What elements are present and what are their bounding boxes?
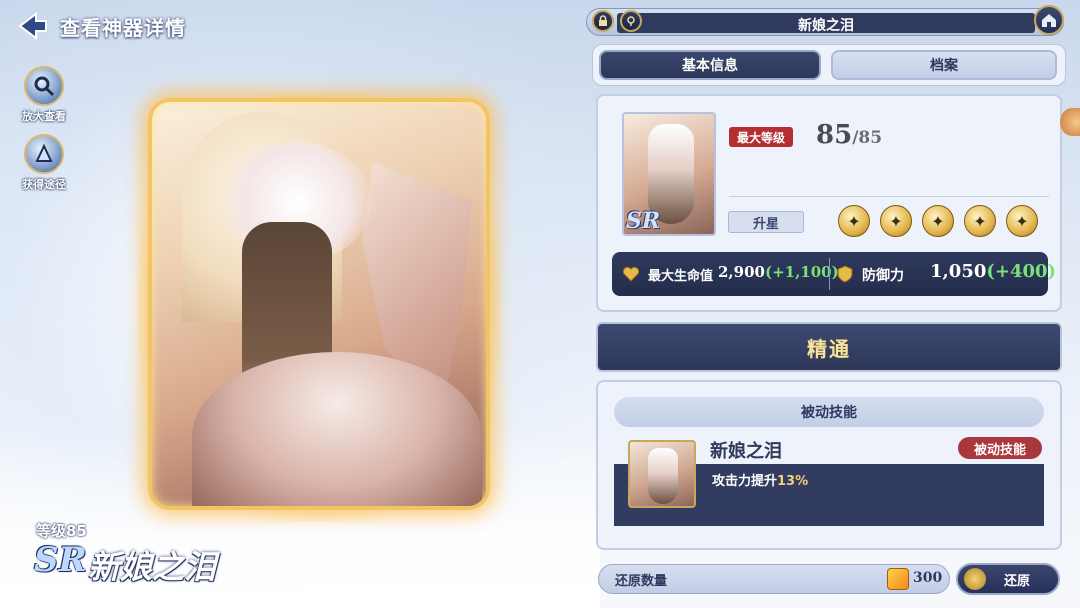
stats-bar: 最大生命值 2,900(+1,100) 防御力 1,050(+400) — [612, 252, 1056, 296]
restore-item-icon — [887, 568, 909, 590]
star-up-button[interactable]: 升星 — [728, 211, 804, 233]
mastery-button[interactable]: 精通 — [596, 322, 1062, 372]
hp-label: 最大生命值 — [648, 269, 714, 284]
tab-archive[interactable]: 档案 — [831, 50, 1057, 80]
level-current: 85 — [816, 120, 853, 150]
level-readout: 85/85 — [816, 120, 882, 150]
tab-bar: 基本信息 档案 — [592, 44, 1066, 86]
def-value-group: 1,050(+400) — [930, 261, 1056, 282]
restore-button-icon — [964, 568, 986, 590]
def-value: 1,050 — [930, 261, 987, 282]
artifact-name: 新娘之泪 — [88, 548, 217, 586]
def-bonus: (+400) — [986, 261, 1057, 282]
star-icon: ✦ — [1006, 205, 1038, 237]
skill-name: 新娘之泪 — [710, 441, 782, 462]
mastery-label: 精通 — [807, 336, 851, 361]
mascot-peek — [1060, 108, 1080, 136]
skill-section-title: 被动技能 — [614, 397, 1044, 427]
max-level-badge: 最大等级 — [729, 127, 794, 147]
passive-skill-badge: 被动技能 — [958, 437, 1042, 459]
skill-thumbnail-figure — [648, 448, 678, 504]
page-title: 查看神器详情 — [60, 16, 186, 40]
restore-count-bar: 还原数量 300 — [598, 564, 950, 594]
rarity-badge: SR — [34, 540, 87, 580]
star-icon: ✦ — [922, 205, 954, 237]
back-arrow-icon[interactable] — [14, 8, 50, 44]
magnifier-icon — [24, 66, 64, 106]
heart-icon — [622, 265, 640, 283]
obtain-source-label: 获得途径 — [22, 178, 66, 191]
artifact-level: 等级85 — [36, 522, 87, 540]
zoom-view-button[interactable]: 放大查看 — [16, 66, 72, 124]
restore-label: 还原数量 — [615, 574, 668, 589]
skill-desc-value: 13% — [777, 474, 809, 489]
skill-thumbnail — [628, 440, 696, 508]
home-icon[interactable] — [1034, 5, 1064, 35]
zoom-view-label: 放大查看 — [22, 110, 66, 123]
obtain-source-button[interactable]: 获得途径 — [16, 134, 72, 192]
panel-title-bar: 新娘之泪 — [586, 8, 1064, 36]
restore-button[interactable]: 还原 — [956, 563, 1060, 595]
star-rating: ✦ ✦ ✦ ✦ ✦ — [838, 205, 1038, 237]
panel-title-inner: 新娘之泪 — [617, 13, 1035, 34]
def-label: 防御力 — [862, 268, 904, 284]
tab-basic-info[interactable]: 基本信息 — [599, 50, 821, 80]
thumbnail-rarity: SR — [626, 208, 661, 234]
restore-button-label: 还原 — [1003, 573, 1030, 589]
hp-bonus: (+1,100) — [764, 263, 839, 281]
artifact-card-art[interactable] — [148, 98, 490, 510]
hp-value-group: 2,900(+1,100) — [718, 263, 839, 281]
star-icon: ✦ — [880, 205, 912, 237]
wedding-dress — [192, 352, 482, 506]
panel-title: 新娘之泪 — [798, 18, 854, 34]
stats-separator — [829, 258, 830, 290]
skill-desc-prefix: 攻击力提升 — [712, 474, 778, 489]
lock-icon[interactable] — [592, 10, 614, 32]
star-icon: ✦ — [964, 205, 996, 237]
shield-icon — [836, 265, 854, 283]
artifact-thumbnail: SR — [622, 112, 716, 236]
level-max: /85 — [852, 128, 883, 148]
location-icon[interactable] — [620, 10, 642, 32]
star-icon: ✦ — [838, 205, 870, 237]
skill-description: 攻击力提升13% — [712, 470, 808, 489]
hp-value: 2,900 — [718, 263, 765, 281]
restore-count: 300 — [913, 570, 943, 586]
info-divider — [729, 196, 1049, 197]
source-icon — [24, 134, 64, 174]
